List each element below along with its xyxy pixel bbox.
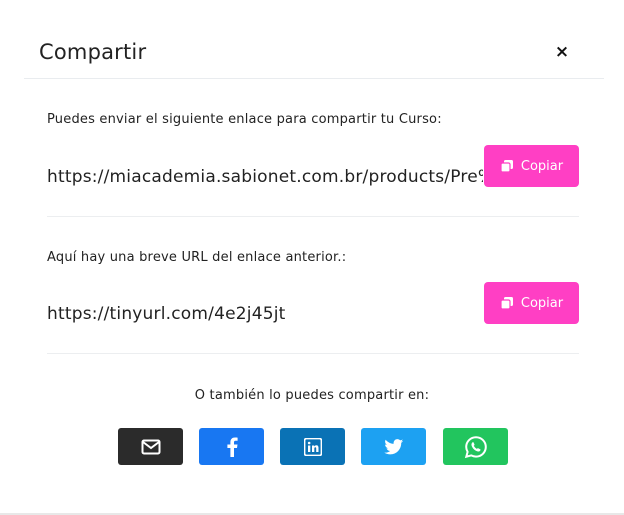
- share-twitter-button[interactable]: [361, 428, 426, 465]
- share-modal: Compartir × Puedes enviar el siguiente e…: [0, 0, 624, 515]
- copy-short-url-button[interactable]: Copiar: [484, 282, 579, 324]
- share-facebook-button[interactable]: [199, 428, 264, 465]
- link-description: Puedes enviar el siguiente enlace para c…: [47, 112, 442, 127]
- full-url-text[interactable]: https://miacademia.sabionet.com.br/produ…: [47, 167, 483, 187]
- modal-title: Compartir: [39, 40, 147, 64]
- modal-header: Compartir ×: [24, 0, 604, 79]
- share-text: O también lo puedes compartir en:: [194, 388, 430, 403]
- divider: [47, 216, 579, 217]
- share-linkedin-button[interactable]: [280, 428, 345, 465]
- copy-icon: [500, 297, 513, 310]
- facebook-icon: [226, 436, 238, 457]
- divider: [47, 353, 579, 354]
- short-url-text[interactable]: https://tinyurl.com/4e2j45jt: [47, 304, 477, 324]
- copy-label: Copiar: [520, 158, 564, 174]
- copy-full-url-button[interactable]: Copiar: [484, 145, 579, 187]
- envelope-icon: [141, 439, 160, 454]
- whatsapp-icon: [464, 435, 487, 458]
- close-icon: ×: [554, 42, 570, 62]
- share-whatsapp-button[interactable]: [443, 428, 508, 465]
- copy-label: Copiar: [520, 295, 564, 311]
- twitter-icon: [383, 438, 403, 454]
- share-email-button[interactable]: [118, 428, 183, 465]
- short-link-description: Aquí hay una breve URL del enlace anteri…: [47, 250, 347, 265]
- linkedin-icon: [303, 437, 322, 456]
- close-button[interactable]: ×: [552, 40, 572, 64]
- copy-icon: [500, 160, 513, 173]
